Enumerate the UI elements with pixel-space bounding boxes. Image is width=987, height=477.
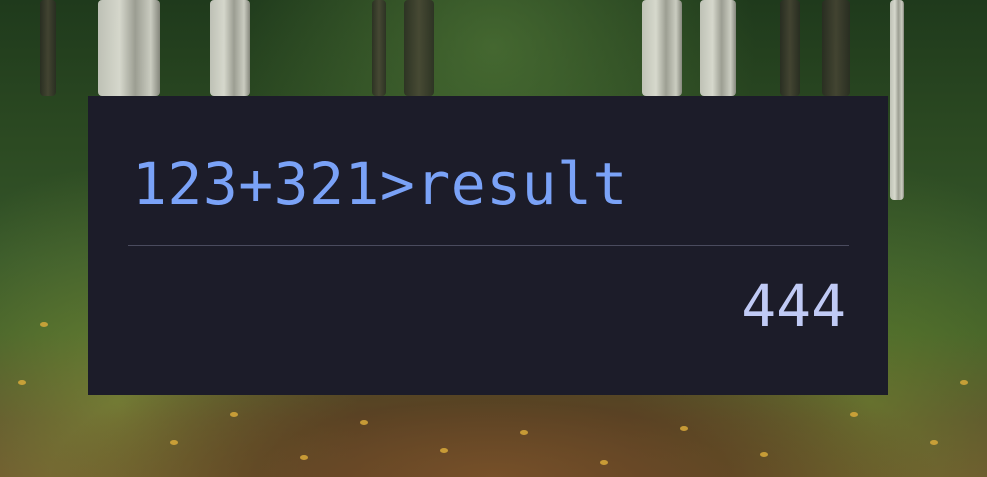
tree-trunk [780,0,800,96]
fallen-leaf [360,420,368,425]
tree-trunk [372,0,386,96]
birch-trunk [98,0,160,96]
fallen-leaf [930,440,938,445]
birch-trunk [890,0,904,200]
expression-input[interactable]: 123+321>result [132,144,844,224]
calculator-panel: 123+321>result 444 [88,96,888,395]
fallen-leaf [300,455,308,460]
birch-trunk [210,0,250,96]
fallen-leaf [230,412,238,417]
tree-trunk [40,0,56,96]
fallen-leaf [960,380,968,385]
birch-trunk [642,0,682,96]
fallen-leaf [440,448,448,453]
fallen-leaf [680,426,688,431]
fallen-leaf [760,452,768,457]
fallen-leaf [40,322,48,327]
birch-trunk [700,0,736,96]
divider [128,245,849,246]
result-value: 444 [741,272,846,340]
fallen-leaf [850,412,858,417]
tree-trunk [404,0,434,96]
fallen-leaf [18,380,26,385]
fallen-leaf [520,430,528,435]
fallen-leaf [600,460,608,465]
fallen-leaf [170,440,178,445]
tree-trunk [822,0,850,96]
